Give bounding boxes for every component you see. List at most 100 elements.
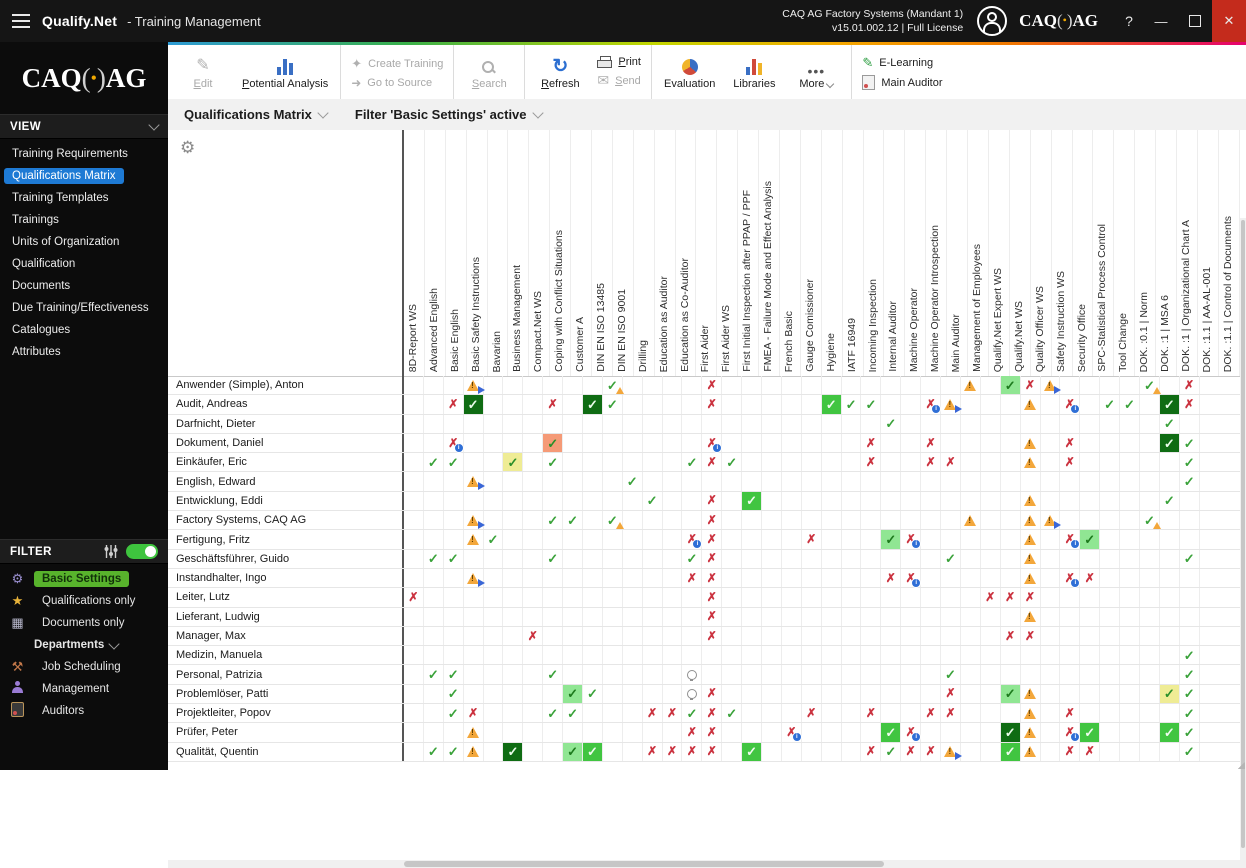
matrix-cell[interactable] (1041, 530, 1061, 549)
matrix-cell[interactable] (762, 491, 782, 511)
matrix-cell[interactable] (1100, 491, 1121, 511)
matrix-cell[interactable]: ✗ (921, 453, 942, 472)
matrix-cell[interactable] (543, 742, 564, 761)
matrix-cell[interactable] (583, 607, 603, 626)
matrix-cell[interactable] (1100, 588, 1121, 607)
matrix-cell[interactable] (1120, 704, 1140, 723)
matrix-cell[interactable] (563, 588, 584, 607)
matrix-cell[interactable] (682, 626, 703, 646)
matrix-cell[interactable] (1100, 453, 1121, 472)
matrix-cell[interactable] (464, 588, 484, 607)
matrix-cell[interactable] (1080, 414, 1101, 433)
matrix-cell[interactable] (623, 568, 643, 588)
matrix-cell[interactable] (742, 433, 763, 453)
matrix-cell[interactable] (444, 491, 464, 511)
matrix-cell[interactable] (563, 607, 584, 626)
matrix-cell[interactable] (782, 530, 802, 549)
filter-item-basic-settings[interactable]: ⚙ Basic Settings (0, 568, 168, 590)
matrix-cell[interactable] (503, 414, 524, 433)
matrix-cell[interactable] (961, 511, 981, 530)
matrix-cell[interactable]: ✗ i (901, 530, 922, 550)
matrix-cell[interactable] (842, 511, 862, 530)
matrix-cell[interactable] (404, 626, 424, 646)
matrix-cell[interactable] (563, 646, 584, 665)
matrix-cell[interactable] (503, 704, 524, 723)
matrix-cell[interactable] (802, 568, 822, 588)
matrix-cell[interactable]: ✗ (702, 453, 723, 472)
matrix-cell[interactable] (623, 626, 643, 646)
matrix-cell[interactable] (1021, 433, 1041, 453)
matrix-cell[interactable] (563, 414, 584, 433)
matrix-cell[interactable] (1021, 530, 1041, 549)
matrix-cell[interactable] (1140, 588, 1160, 607)
matrix-cell[interactable] (1100, 684, 1121, 704)
matrix-cell[interactable] (1041, 665, 1061, 684)
matrix-cell[interactable]: ✓ (1159, 684, 1180, 704)
matrix-cell[interactable] (722, 684, 743, 704)
matrix-cell[interactable]: ✓ (484, 530, 504, 549)
matrix-cell[interactable] (503, 472, 524, 491)
matrix-cell[interactable] (404, 665, 424, 684)
matrix-cell[interactable] (1140, 414, 1160, 433)
matrix-cell[interactable] (842, 742, 862, 761)
matrix-cell[interactable] (961, 433, 981, 453)
matrix-cell[interactable] (464, 723, 484, 742)
matrix-cell[interactable] (1001, 395, 1021, 414)
matrix-cell[interactable] (1021, 453, 1041, 472)
matrix-cell[interactable] (404, 723, 424, 742)
matrix-cell[interactable]: ✗ i (901, 568, 922, 588)
matrix-cell[interactable] (861, 684, 882, 704)
column-header[interactable]: Machine Operator Introspection (926, 130, 948, 376)
matrix-cell[interactable]: ✓ (543, 549, 564, 568)
sidebar-item-qualification[interactable]: Qualification (0, 253, 168, 275)
matrix-cell[interactable] (722, 472, 743, 491)
matrix-cell[interactable] (1060, 491, 1081, 511)
matrix-cell[interactable] (464, 646, 484, 665)
matrix-cell[interactable] (583, 626, 603, 646)
matrix-cell[interactable] (603, 626, 623, 646)
matrix-cell[interactable] (722, 376, 743, 395)
matrix-cell[interactable] (961, 723, 981, 742)
matrix-cell[interactable]: ✗ (1021, 626, 1041, 646)
matrix-cell[interactable] (921, 646, 942, 665)
matrix-cell[interactable]: ✓ (881, 723, 902, 742)
matrix-cell[interactable]: ✗ (802, 530, 822, 549)
matrix-cell[interactable] (822, 665, 842, 684)
matrix-cell[interactable] (523, 414, 544, 433)
matrix-cell[interactable] (1060, 626, 1081, 646)
matrix-cell[interactable]: ✗ (1001, 588, 1021, 607)
matrix-cell[interactable] (822, 568, 842, 588)
matrix-cell[interactable] (682, 684, 703, 704)
matrix-cell[interactable] (1080, 395, 1101, 414)
page-title-dropdown[interactable]: Qualifications Matrix (184, 107, 329, 122)
column-header[interactable]: Internal Auditor (884, 130, 906, 376)
matrix-cell[interactable] (742, 607, 763, 626)
matrix-cell[interactable] (424, 395, 444, 414)
edit-button[interactable]: ✎ Edit (172, 53, 234, 92)
matrix-cell[interactable]: ✗ (702, 491, 723, 511)
matrix-cell[interactable] (1100, 723, 1121, 742)
matrix-cell[interactable]: ✓ (424, 742, 444, 761)
matrix-cell[interactable] (1100, 549, 1121, 568)
column-header[interactable]: DOK. :1.1 | Control of Documents (1219, 130, 1240, 376)
matrix-cell[interactable]: ✓ (1180, 684, 1200, 704)
matrix-cell[interactable] (961, 491, 981, 511)
matrix-cell[interactable] (424, 704, 444, 723)
matrix-cell[interactable]: ✗ (1021, 588, 1041, 607)
matrix-cell[interactable] (663, 530, 683, 549)
matrix-cell[interactable] (1001, 549, 1021, 568)
matrix-cell[interactable] (782, 607, 802, 626)
matrix-cell[interactable] (861, 568, 882, 588)
matrix-cell[interactable] (1100, 376, 1121, 395)
matrix-cell[interactable] (1060, 665, 1081, 684)
matrix-cell[interactable]: ✗ (941, 684, 961, 704)
matrix-cell[interactable] (643, 684, 663, 704)
matrix-cell[interactable] (861, 588, 882, 607)
matrix-cell[interactable]: ✓ (563, 511, 584, 530)
matrix-cell[interactable] (782, 433, 802, 453)
matrix-cell[interactable] (941, 433, 961, 453)
matrix-cell[interactable] (1021, 607, 1041, 626)
matrix-cell[interactable] (981, 684, 1001, 704)
matrix-cell[interactable] (1060, 588, 1081, 607)
matrix-cell[interactable] (742, 704, 763, 723)
